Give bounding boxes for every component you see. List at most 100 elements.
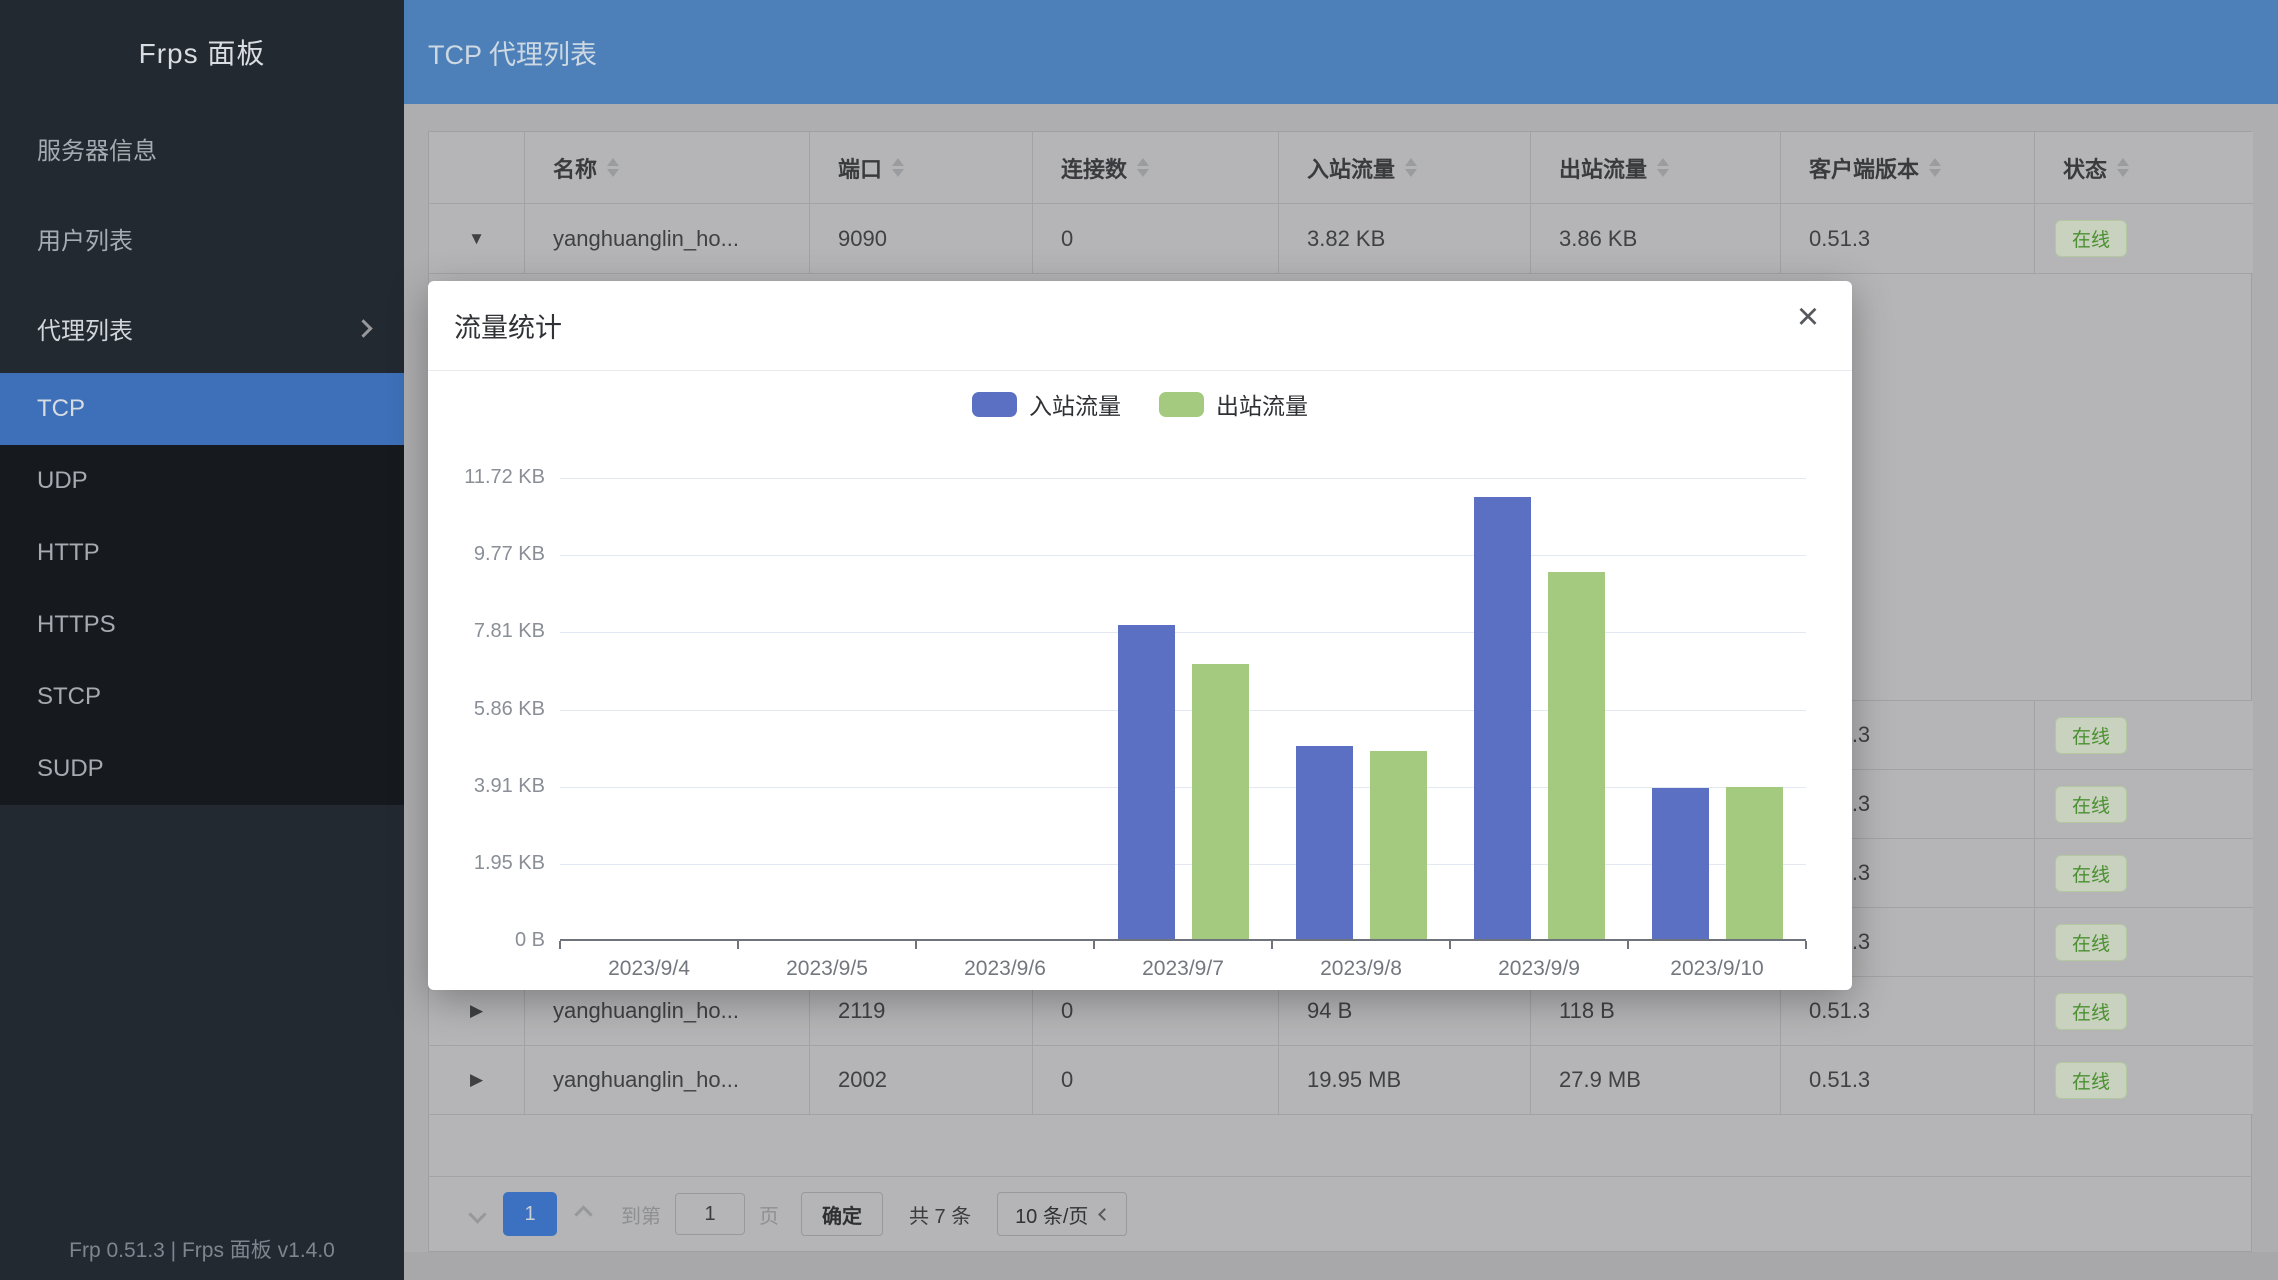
cell-status: 在线 [2035, 204, 2253, 274]
cell-client-version: 0.51.3 [1781, 1046, 2035, 1115]
chart-bar-outbound [1548, 572, 1605, 939]
sort-ascending-icon [1929, 158, 1941, 166]
sort-icon[interactable] [607, 158, 619, 177]
confirm-button[interactable]: 确定 [801, 1192, 883, 1236]
sort-icon[interactable] [892, 158, 904, 177]
sidebar-item-https[interactable]: HTTPS [0, 589, 404, 661]
status-badge: 在线 [2055, 786, 2127, 823]
chart-bar-inbound [1296, 746, 1353, 939]
status-badge: 在线 [2055, 993, 2127, 1030]
x-axis-tick [1093, 941, 1095, 949]
x-axis-tick [559, 941, 561, 949]
close-icon[interactable]: × [1786, 295, 1830, 339]
sort-icon[interactable] [1137, 158, 1149, 177]
gridline [560, 555, 1806, 556]
x-axis-tick [1805, 941, 1807, 949]
column-header-连接数[interactable]: 连接数 [1033, 132, 1279, 204]
sort-ascending-icon [607, 158, 619, 166]
legend-label: 出站流量 [1216, 387, 1308, 421]
legend-item[interactable]: 入站流量 [972, 387, 1121, 421]
page-suffix-label: 页 [759, 1200, 779, 1229]
column-header-客户端版本[interactable]: 客户端版本 [1781, 132, 2035, 204]
x-axis-tick [1627, 941, 1629, 949]
gridline [560, 864, 1806, 865]
sort-ascending-icon [1137, 158, 1149, 166]
sort-descending-icon [1929, 169, 1941, 177]
dialog-title: 流量统计 [454, 306, 562, 345]
traffic-stats-dialog: 流量统计 × 入站流量 出站流量 0 B1.95 KB3.91 KB5.86 KB… [428, 281, 1852, 990]
sort-icon[interactable] [1929, 158, 1941, 177]
x-axis-tick [1449, 941, 1451, 949]
column-header-端口[interactable]: 端口 [810, 132, 1033, 204]
topbar: TCP 代理列表 [404, 0, 2278, 104]
goto-page-input[interactable] [675, 1193, 745, 1235]
chart-bar-inbound [1118, 625, 1175, 939]
sidebar-item-proxy-list[interactable]: 代理列表 [0, 283, 404, 373]
x-axis-label: 2023/9/9 [1450, 957, 1628, 981]
sidebar-item-sudp[interactable]: SUDP [0, 733, 404, 805]
status-badge: 在线 [2055, 220, 2127, 257]
cell-traffic-in: 3.82 KB [1279, 204, 1531, 274]
sort-icon[interactable] [1405, 158, 1417, 177]
chart-bar-outbound [1726, 787, 1783, 939]
sidebar-item-server-info[interactable]: 服务器信息 [0, 103, 404, 193]
column-header-出站流量[interactable]: 出站流量 [1531, 132, 1781, 204]
column-header-状态[interactable]: 状态 [2035, 132, 2253, 204]
table-row[interactable]: ▼yanghuanglin_ho...909003.82 KB3.86 KB0.… [429, 204, 2251, 274]
sort-descending-icon [1405, 169, 1417, 177]
cell-status: 在线 [2035, 977, 2253, 1046]
gridline [560, 787, 1806, 788]
sort-icon[interactable] [2117, 158, 2129, 177]
y-axis-label: 5.86 KB [410, 698, 545, 721]
expand-row-icon[interactable]: ▶ [470, 1070, 483, 1090]
column-header-label: 名称 [553, 152, 597, 184]
cell-status: 在线 [2035, 1046, 2253, 1115]
column-header-label: 入站流量 [1307, 152, 1395, 184]
sort-descending-icon [2117, 169, 2129, 177]
expand-cell[interactable]: ▶ [429, 1046, 525, 1115]
next-page-button[interactable] [571, 1208, 595, 1221]
page-size-select[interactable]: 10 条/页 [997, 1192, 1127, 1236]
sidebar-item-stcp[interactable]: STCP [0, 661, 404, 733]
page-number-button[interactable]: 1 [503, 1192, 557, 1236]
sort-ascending-icon [1657, 158, 1669, 166]
sort-icon[interactable] [1657, 158, 1669, 177]
y-axis-label: 3.91 KB [410, 775, 545, 798]
cell-port: 9090 [810, 204, 1033, 274]
table-row[interactable]: ▶yanghuanglin_ho...2002019.95 MB27.9 MB0… [429, 1046, 2251, 1115]
cell-traffic-out: 3.86 KB [1531, 204, 1781, 274]
pagination-bar: 1 到第 页 确定 共 7 条 10 条/页 [429, 1176, 2251, 1251]
dialog-header: 流量统计 × [428, 281, 1852, 371]
x-axis-label: 2023/9/6 [916, 957, 1094, 981]
chevron-down-icon [1099, 1208, 1112, 1221]
sort-descending-icon [1657, 169, 1669, 177]
chart-bar-outbound [1192, 664, 1249, 939]
gridline [560, 632, 1806, 633]
prev-page-button[interactable] [465, 1208, 489, 1221]
expand-row-icon[interactable]: ▶ [470, 1001, 483, 1021]
gridline [560, 710, 1806, 711]
cell-traffic-out: 27.9 MB [1531, 1046, 1781, 1115]
chevron-up-icon [354, 319, 372, 337]
x-axis-tick [1271, 941, 1273, 949]
column-header-label: 端口 [838, 152, 882, 184]
sort-descending-icon [892, 169, 904, 177]
expand-cell[interactable]: ▼ [429, 204, 525, 274]
x-axis-tick [915, 941, 917, 949]
sidebar-item-tcp[interactable]: TCP [0, 373, 404, 445]
chevron-left-icon [468, 1205, 486, 1223]
chart-plot: 0 B1.95 KB3.91 KB5.86 KB7.81 KB9.77 KB11… [560, 478, 1806, 941]
page-background-band [404, 1252, 2278, 1280]
sidebar-item-http[interactable]: HTTP [0, 517, 404, 589]
collapse-row-icon[interactable]: ▼ [468, 229, 485, 249]
x-axis-label: 2023/9/7 [1094, 957, 1272, 981]
cell-status: 在线 [2035, 770, 2253, 839]
x-axis-label: 2023/9/8 [1272, 957, 1450, 981]
column-header-入站流量[interactable]: 入站流量 [1279, 132, 1531, 204]
legend-item[interactable]: 出站流量 [1159, 387, 1308, 421]
sort-ascending-icon [2117, 158, 2129, 166]
sidebar-item-udp[interactable]: UDP [0, 445, 404, 517]
sidebar-item-user-list[interactable]: 用户列表 [0, 193, 404, 283]
total-count-label: 共 7 条 [909, 1200, 971, 1229]
column-header-名称[interactable]: 名称 [525, 132, 810, 204]
